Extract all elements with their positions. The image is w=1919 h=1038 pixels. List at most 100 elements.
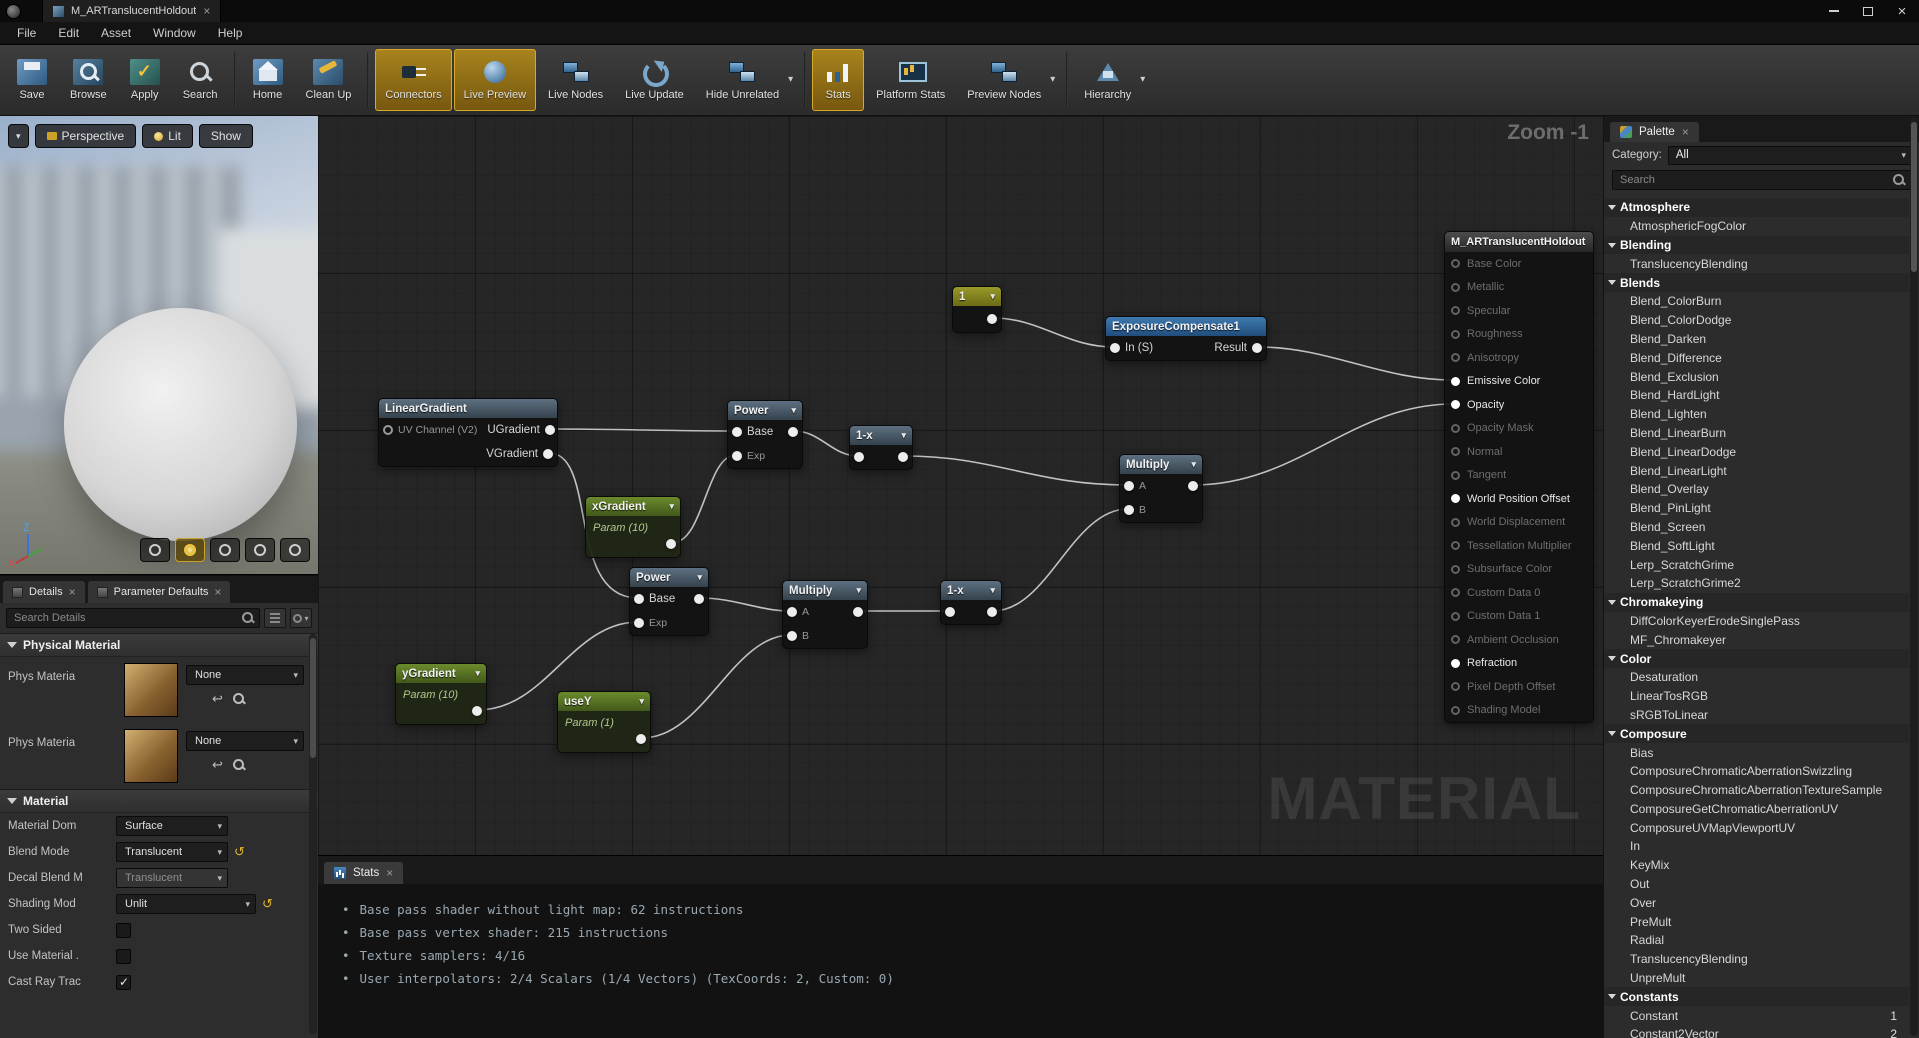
input-pin[interactable] (945, 607, 955, 617)
palette-item[interactable]: Blend_PinLight (1604, 499, 1909, 518)
palette-item[interactable]: TranslucencyBlending (1604, 950, 1909, 969)
input-pin[interactable] (634, 618, 644, 628)
live-nodes-toggle[interactable]: Live Nodes (538, 49, 613, 111)
tab-details[interactable]: Details × (3, 581, 85, 603)
palette-item[interactable]: TranslucencyBlending (1604, 254, 1909, 273)
details-search-input[interactable] (6, 608, 260, 628)
node-power-top[interactable]: Power▾ Base Exp (727, 400, 803, 469)
output-pin[interactable] (987, 314, 997, 324)
viewport-tool-button[interactable] (245, 538, 275, 562)
palette-item[interactable]: PreMult (1604, 912, 1909, 931)
menu-item[interactable]: Help (207, 23, 254, 43)
input-pin[interactable] (787, 631, 797, 641)
use-selected-icon[interactable]: ↩ (212, 757, 223, 773)
connectors-toggle[interactable]: Connectors (375, 49, 451, 111)
cast-ray-traced-checkbox[interactable] (116, 975, 131, 990)
output-pin[interactable] (1188, 481, 1198, 491)
tab-parameter-defaults[interactable]: Parameter Defaults × (88, 581, 231, 603)
input-pin[interactable] (854, 452, 864, 462)
palette-item[interactable]: ComposureChromaticAberrationTextureSampl… (1604, 781, 1909, 800)
node-use-y[interactable]: useY▾ Param (1) (557, 691, 651, 753)
palette-item[interactable]: Blend_HardLight (1604, 386, 1909, 405)
palette-item[interactable]: Over (1604, 893, 1909, 912)
chevron-down-icon[interactable]: ▾ (697, 572, 702, 583)
material-pin[interactable]: Emissive Color (1445, 370, 1593, 394)
palette-item[interactable]: Constant2Vector 2 (1604, 1025, 1909, 1038)
palette-item[interactable]: Blend_ColorDodge (1604, 311, 1909, 330)
palette-item[interactable]: Blend_LinearLight (1604, 461, 1909, 480)
document-tab-close-icon[interactable]: × (203, 5, 210, 17)
palette-item[interactable]: KeyMix (1604, 856, 1909, 875)
blend-mode-dropdown[interactable]: Translucent (116, 842, 228, 862)
output-pin[interactable] (898, 452, 908, 462)
material-pin[interactable]: Opacity (1445, 393, 1593, 417)
output-pin[interactable] (666, 539, 676, 549)
viewport-tool-button[interactable] (210, 538, 240, 562)
palette-item[interactable]: Lerp_ScratchGrime2 (1604, 574, 1909, 593)
material-pin[interactable]: Shading Model (1445, 699, 1593, 723)
node-multiply-right[interactable]: Multiply▾ A B (1119, 454, 1203, 523)
hide-unrelated-toggle[interactable]: Hide Unrelated (696, 49, 798, 111)
section-physical-material[interactable]: Physical Material (0, 633, 318, 657)
material-pin[interactable]: Roughness (1445, 323, 1593, 347)
material-pin[interactable]: Anisotropy (1445, 346, 1593, 370)
palette-item[interactable]: Composure (1604, 724, 1909, 743)
output-pin[interactable] (1252, 343, 1262, 353)
palette-item[interactable]: Constants (1604, 987, 1909, 1006)
palette-item[interactable]: Blend_Lighten (1604, 405, 1909, 424)
chevron-down-icon[interactable]: ▾ (669, 501, 674, 512)
show-button[interactable]: Show (199, 124, 253, 148)
palette-item[interactable]: Blend_LinearDodge (1604, 442, 1909, 461)
phys-material-dropdown[interactable]: None (186, 731, 304, 751)
toolbar-separator[interactable] (234, 52, 236, 108)
use-selected-icon[interactable]: ↩ (212, 691, 223, 707)
material-pin[interactable]: Tangent (1445, 464, 1593, 488)
save-button[interactable]: Save (6, 49, 58, 111)
menu-item[interactable]: Edit (47, 23, 90, 43)
input-pin[interactable] (1110, 343, 1120, 353)
material-pin[interactable]: Base Color (1445, 252, 1593, 276)
minimize-button[interactable] (1817, 0, 1851, 22)
node-one-minus-bottom[interactable]: 1-x▾ (940, 580, 1002, 625)
browse-to-asset-icon[interactable] (233, 759, 245, 771)
hierarchy-button[interactable]: Hierarchy (1074, 49, 1150, 111)
chevron-down-icon[interactable]: ▾ (475, 668, 480, 679)
output-pin[interactable] (545, 425, 555, 435)
material-pin[interactable]: World Position Offset (1445, 487, 1593, 511)
document-tab[interactable]: M_ARTranslucentHoldout × (42, 0, 221, 22)
preview-nodes-button[interactable]: Preview Nodes (957, 49, 1060, 111)
details-scrollbar[interactable] (309, 634, 317, 1034)
node-multiply-bottom[interactable]: Multiply▾ A B (782, 580, 868, 649)
palette-item[interactable]: Radial (1604, 931, 1909, 950)
toolbar-separator[interactable] (804, 52, 806, 108)
input-pin[interactable] (787, 607, 797, 617)
browse-to-asset-icon[interactable] (233, 693, 245, 705)
material-pin[interactable]: Specular (1445, 299, 1593, 323)
details-visibility-button[interactable]: ▾ (290, 608, 312, 628)
chevron-down-icon[interactable]: ▾ (990, 291, 995, 302)
palette-item[interactable]: Blend_Exclusion (1604, 367, 1909, 386)
palette-item[interactable]: Blend_Difference (1604, 348, 1909, 367)
input-pin[interactable] (634, 594, 644, 604)
output-pin[interactable] (987, 607, 997, 617)
toolbar-separator[interactable] (1066, 52, 1068, 108)
toolbar-separator[interactable] (367, 52, 369, 108)
home-button[interactable]: Home (242, 49, 294, 111)
material-pin[interactable]: Ambient Occlusion (1445, 628, 1593, 652)
input-pin[interactable] (732, 427, 742, 437)
material-pin[interactable]: Tessellation Multiplier (1445, 534, 1593, 558)
palette-item[interactable]: ComposureUVMapViewportUV (1604, 818, 1909, 837)
live-update-toggle[interactable]: Live Update (615, 49, 694, 111)
section-material[interactable]: Material (0, 789, 318, 813)
input-pin[interactable] (1124, 505, 1134, 515)
palette-item[interactable]: Color (1604, 649, 1909, 668)
platform-stats-button[interactable]: Platform Stats (866, 49, 955, 111)
palette-item[interactable]: ComposureChromaticAberrationSwizzling (1604, 762, 1909, 781)
chevron-down-icon[interactable]: ▾ (1191, 459, 1196, 470)
material-thumbnail[interactable] (124, 729, 178, 783)
palette-item[interactable]: Blend_Screen (1604, 518, 1909, 537)
menu-item[interactable]: Window (142, 23, 207, 43)
palette-item[interactable]: UnpreMult (1604, 969, 1909, 988)
material-pin[interactable]: Opacity Mask (1445, 417, 1593, 441)
tab-close-icon[interactable]: × (1682, 126, 1689, 138)
